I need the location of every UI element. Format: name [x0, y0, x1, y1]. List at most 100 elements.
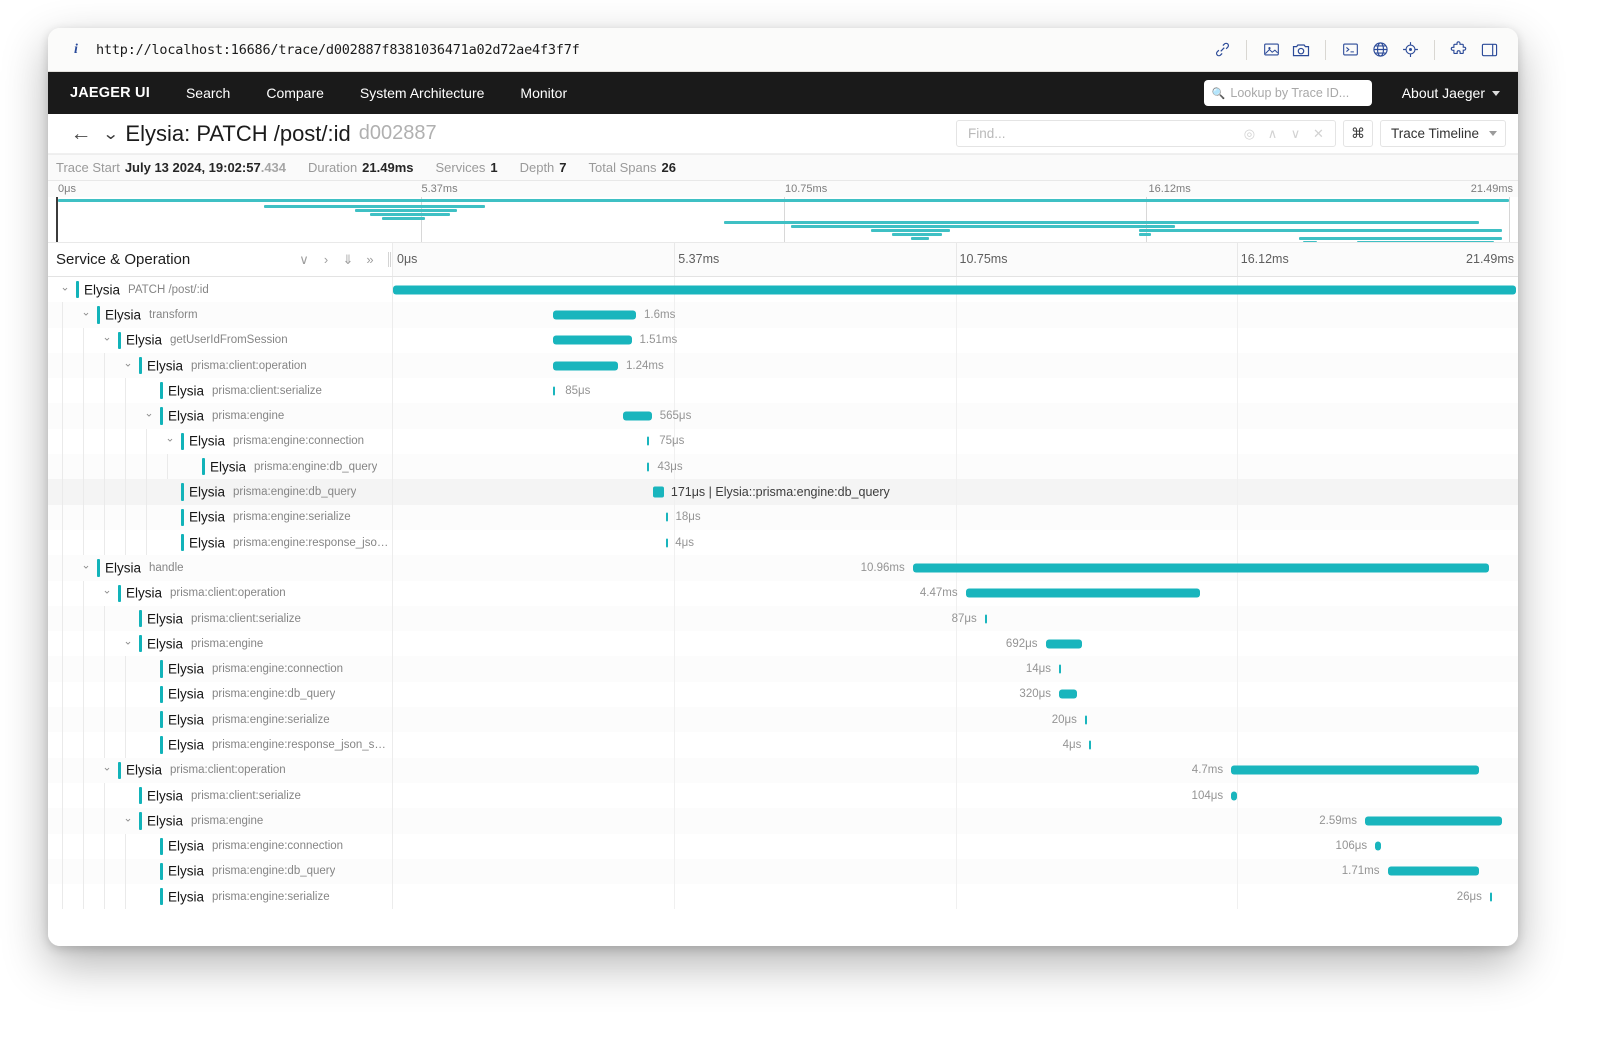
span-bar-cell[interactable]: 87μs	[393, 606, 1518, 631]
span-row[interactable]: Elysiaprisma:engine:db_query320μs	[48, 682, 1518, 707]
span-bar-cell[interactable]: 10.96ms	[393, 555, 1518, 580]
span-row[interactable]: Elysiaprisma:engine:serialize20μs	[48, 707, 1518, 732]
span-duration-bar[interactable]	[1059, 690, 1077, 699]
span-duration-bar[interactable]	[1231, 791, 1237, 800]
span-duration-bar[interactable]	[666, 513, 668, 522]
span-expand-chevron-icon[interactable]: ⌄	[58, 280, 72, 293]
span-label-cell[interactable]: Elysiaprisma:engine:connection	[48, 834, 393, 859]
span-duration-bar[interactable]	[1231, 766, 1479, 775]
span-label-cell[interactable]: ⌄Elysiatransform	[48, 302, 393, 327]
span-expand-chevron-icon[interactable]: ⌄	[100, 331, 114, 344]
span-duration-bar[interactable]	[647, 437, 649, 446]
nav-item-compare[interactable]: Compare	[266, 85, 324, 101]
about-jaeger-menu[interactable]: About Jaeger	[1402, 85, 1500, 101]
span-expand-chevron-icon[interactable]: ⌄	[79, 558, 93, 571]
terminal-icon[interactable]	[1335, 36, 1365, 64]
span-duration-bar[interactable]	[1089, 740, 1091, 749]
span-duration-bar[interactable]	[985, 614, 987, 623]
span-rows[interactable]: ⌄ElysiaPATCH /post/:id⌄Elysiatransform1.…	[48, 277, 1518, 946]
span-label-cell[interactable]: ⌄Elysiahandle	[48, 555, 393, 580]
span-bar-cell[interactable]: 1.51ms	[393, 328, 1518, 353]
span-label-cell[interactable]: ⌄ElysiaPATCH /post/:id	[48, 277, 393, 302]
span-label-cell[interactable]: Elysiaprisma:engine:serialize	[48, 707, 393, 732]
span-duration-bar[interactable]	[1085, 715, 1087, 724]
puzzle-icon[interactable]	[1444, 36, 1474, 64]
span-row[interactable]: Elysiaprisma:engine:response_json_serial…	[48, 732, 1518, 757]
span-row[interactable]: ⌄ElysiagetUserIdFromSession1.51ms	[48, 328, 1518, 353]
span-row[interactable]: Elysiaprisma:engine:serialize18μs	[48, 505, 1518, 530]
span-row[interactable]: ⌄Elysiaprisma:client:operation1.24ms	[48, 353, 1518, 378]
span-row[interactable]: ⌄Elysiaprisma:client:operation4.7ms	[48, 758, 1518, 783]
double-chevron-down-icon[interactable]: ⇓	[338, 252, 358, 268]
span-label-cell[interactable]: Elysiaprisma:engine:db_query	[48, 682, 393, 707]
chevron-down-icon[interactable]: ∨	[294, 252, 314, 268]
span-bar-cell[interactable]: 18μs	[393, 505, 1518, 530]
span-label-cell[interactable]: ⌄ElysiagetUserIdFromSession	[48, 328, 393, 353]
span-bar-cell[interactable]: 26μs	[393, 884, 1518, 909]
span-bar-cell[interactable]: 20μs	[393, 707, 1518, 732]
span-row[interactable]: Elysiaprisma:client:serialize85μs	[48, 378, 1518, 403]
nav-item-monitor[interactable]: Monitor	[520, 85, 567, 101]
keyboard-shortcuts-button[interactable]: ⌘	[1343, 120, 1373, 147]
span-duration-bar[interactable]	[666, 538, 668, 547]
span-row[interactable]: ⌄Elysiatransform1.6ms	[48, 302, 1518, 327]
minimap-body[interactable]	[56, 197, 1510, 242]
span-bar-cell[interactable]: 320μs	[393, 682, 1518, 707]
span-label-cell[interactable]: Elysiaprisma:client:serialize	[48, 606, 393, 631]
globe-icon[interactable]	[1365, 36, 1395, 64]
span-expand-chevron-icon[interactable]: ⌄	[121, 811, 135, 824]
span-duration-bar[interactable]	[966, 589, 1200, 598]
span-duration-bar[interactable]	[553, 386, 555, 395]
focus-matches-icon[interactable]: ◎	[1239, 126, 1260, 142]
next-match-icon[interactable]: ∨	[1285, 126, 1306, 142]
span-bar-cell[interactable]: 2.59ms	[393, 808, 1518, 833]
span-label-cell[interactable]: Elysiaprisma:client:serialize	[48, 378, 393, 403]
chevron-right-icon[interactable]: ›	[316, 252, 336, 267]
span-duration-bar[interactable]	[1365, 816, 1502, 825]
minimap-viewport[interactable]	[56, 197, 1510, 242]
span-bar-cell[interactable]: 1.24ms	[393, 353, 1518, 378]
trace-minimap[interactable]: 0μs5.37ms10.75ms16.12ms21.49ms	[48, 181, 1518, 243]
span-bar-cell[interactable]: 14μs	[393, 656, 1518, 681]
span-row[interactable]: ⌄Elysiaprisma:client:operation4.47ms	[48, 581, 1518, 606]
span-duration-bar[interactable]	[647, 462, 649, 471]
span-bar-cell[interactable]: 75μs	[393, 429, 1518, 454]
span-expand-chevron-icon[interactable]: ⌄	[79, 305, 93, 318]
span-bar-cell[interactable]: 4.7ms	[393, 758, 1518, 783]
span-row[interactable]: Elysiaprisma:engine:connection14μs	[48, 656, 1518, 681]
span-duration-bar[interactable]	[553, 336, 632, 345]
span-bar-cell[interactable]: 565μs	[393, 403, 1518, 428]
span-bar-cell[interactable]: 106μs	[393, 834, 1518, 859]
span-bar-cell[interactable]: 85μs	[393, 378, 1518, 403]
span-label-cell[interactable]: Elysiaprisma:engine:serialize	[48, 505, 393, 530]
span-bar-cell[interactable]: 171μs | Elysia::prisma:engine:db_query	[393, 479, 1518, 504]
span-label-cell[interactable]: ⌄Elysiaprisma:engine	[48, 403, 393, 428]
span-label-cell[interactable]: ⌄Elysiaprisma:engine	[48, 808, 393, 833]
span-bar-cell[interactable]: 692μs	[393, 631, 1518, 656]
span-label-cell[interactable]: ⌄Elysiaprisma:client:operation	[48, 581, 393, 606]
span-duration-bar[interactable]	[393, 285, 1516, 294]
span-row[interactable]: Elysiaprisma:engine:serialize26μs	[48, 884, 1518, 909]
span-bar-cell[interactable]: 4.47ms	[393, 581, 1518, 606]
span-label-cell[interactable]: ⌄Elysiaprisma:client:operation	[48, 758, 393, 783]
span-expand-chevron-icon[interactable]: ⌄	[121, 634, 135, 647]
span-label-cell[interactable]: Elysiaprisma:engine:serialize	[48, 884, 393, 909]
camera-icon[interactable]	[1286, 36, 1316, 64]
span-row[interactable]: Elysiaprisma:engine:db_query171μs | Elys…	[48, 479, 1518, 504]
span-row[interactable]: Elysiaprisma:engine:db_query43μs	[48, 454, 1518, 479]
span-expand-chevron-icon[interactable]: ⌄	[100, 584, 114, 597]
span-row[interactable]: Elysiaprisma:engine:connection106μs	[48, 834, 1518, 859]
sidebar-icon[interactable]	[1474, 36, 1504, 64]
span-bar-cell[interactable]: 104μs	[393, 783, 1518, 808]
span-label-cell[interactable]: Elysiaprisma:engine:db_query	[48, 479, 393, 504]
clear-search-icon[interactable]: ✕	[1308, 126, 1329, 142]
span-row[interactable]: ⌄Elysiaprisma:engine692μs	[48, 631, 1518, 656]
url-text[interactable]: http://localhost:16686/trace/d002887f838…	[96, 42, 580, 58]
span-row[interactable]: ⌄ElysiaPATCH /post/:id	[48, 277, 1518, 302]
span-label-cell[interactable]: Elysiaprisma:client:serialize	[48, 783, 393, 808]
span-row[interactable]: ⌄Elysiaprisma:engine2.59ms	[48, 808, 1518, 833]
back-button[interactable]: ←	[64, 122, 98, 146]
span-duration-bar[interactable]	[1046, 639, 1082, 648]
trace-id-lookup-input[interactable]: 🔍 Lookup by Trace ID...	[1204, 80, 1372, 106]
span-row[interactable]: ⌄Elysiahandle10.96ms	[48, 555, 1518, 580]
